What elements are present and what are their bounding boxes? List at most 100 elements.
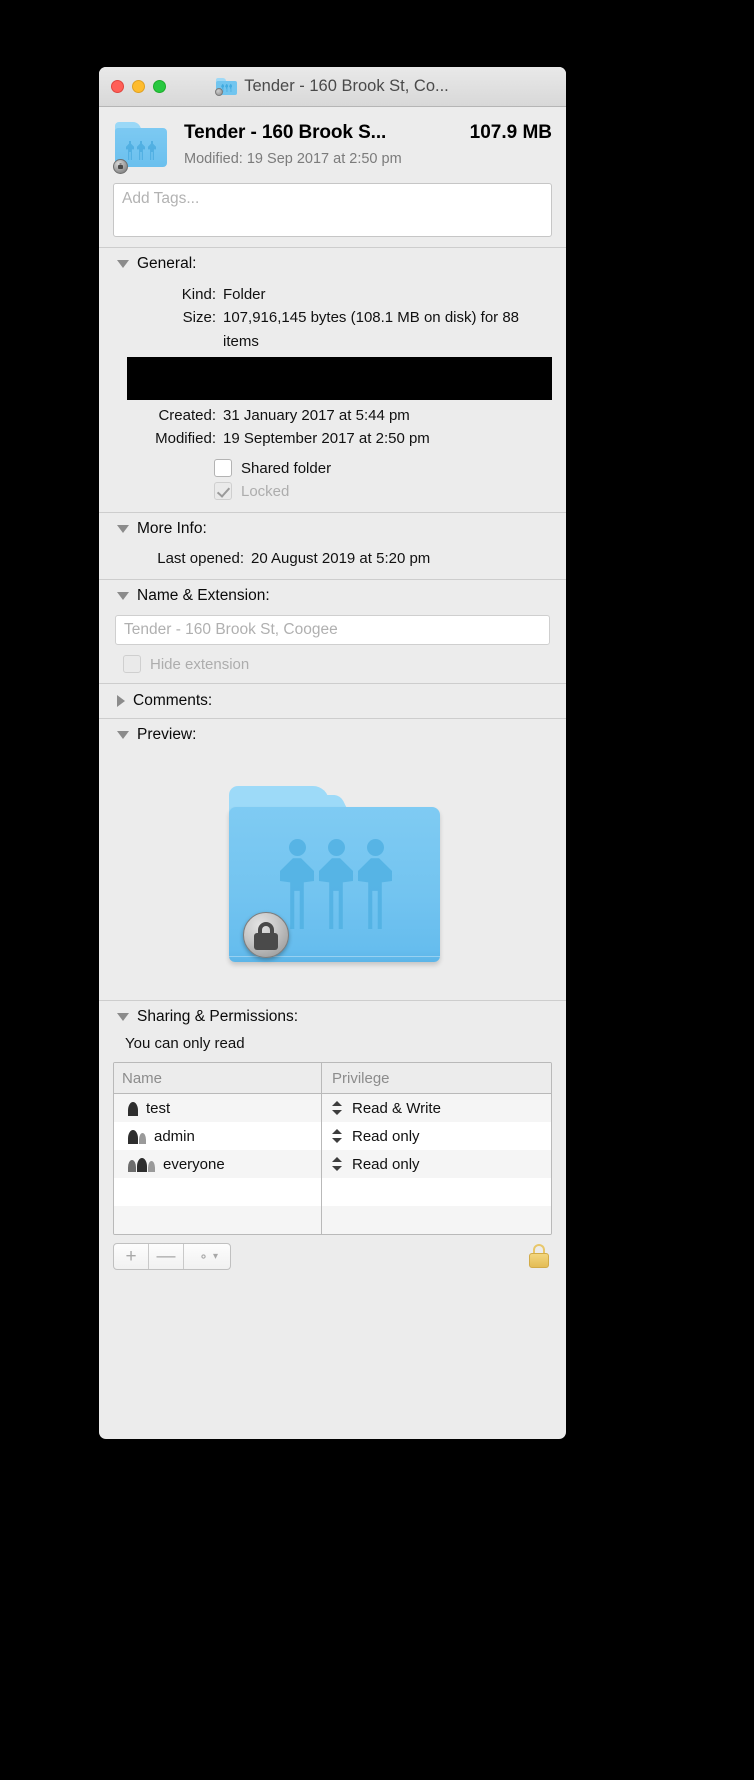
preview-area <box>99 750 566 1000</box>
section-name-extension-header[interactable]: Name & Extension: <box>99 580 566 611</box>
stepper-icon[interactable] <box>332 1156 343 1172</box>
traffic-light-buttons <box>111 80 166 93</box>
zoom-button[interactable] <box>153 80 166 93</box>
value-created: 31 January 2017 at 5:44 pm <box>223 406 410 424</box>
general-row-size: Size: 107,916,145 bytes (108.1 MB on dis… <box>115 306 550 353</box>
disclosure-triangle-down-icon[interactable] <box>117 525 129 534</box>
disclosure-triangle-down-icon[interactable] <box>117 260 129 268</box>
permission-user-name: admin <box>154 1127 195 1145</box>
permission-privilege-cell[interactable]: Read & Write <box>322 1094 551 1122</box>
lock-badge-icon-large <box>243 912 289 959</box>
section-name-extension: Name & Extension: Tender - 160 Brook St,… <box>99 580 566 684</box>
two-users-icon <box>128 1129 146 1144</box>
lock-badge-icon <box>113 159 128 174</box>
permission-privilege-value: Read & Write <box>352 1099 441 1117</box>
close-button[interactable] <box>111 80 124 93</box>
empty-cell <box>114 1206 322 1235</box>
disclosure-triangle-down-icon[interactable] <box>117 592 129 601</box>
window-title-group: Tender - 160 Brook St, Co... <box>99 67 566 106</box>
disclosure-triangle-right-icon[interactable] <box>117 695 125 708</box>
permissions-table-header: Name Privilege <box>114 1063 551 1095</box>
permission-note: You can only read <box>125 1035 245 1053</box>
permission-privilege-cell[interactable]: Read only <box>322 1122 551 1150</box>
lock-icon[interactable] <box>528 1243 550 1270</box>
section-general-header[interactable]: General: <box>99 248 566 279</box>
minimize-button[interactable] <box>132 80 145 93</box>
section-more-info-header[interactable]: More Info: <box>99 513 566 544</box>
table-row[interactable]: everyone Read only <box>114 1150 551 1179</box>
locked-checkbox[interactable] <box>214 482 232 501</box>
section-comments-header[interactable]: Comments: <box>99 684 566 718</box>
section-preview-title: Preview: <box>137 726 197 744</box>
section-preview-header[interactable]: Preview: <box>99 719 566 750</box>
permission-user-cell[interactable]: admin <box>114 1122 322 1151</box>
file-size: 107.9 MB <box>469 122 552 143</box>
table-row[interactable]: test Read & Write <box>114 1094 551 1123</box>
disclosure-triangle-down-icon[interactable] <box>117 731 129 740</box>
chevron-down-icon: ▾ <box>212 1250 219 1262</box>
section-comments: Comments: <box>99 684 566 719</box>
window-title: Tender - 160 Brook St, Co... <box>244 77 449 95</box>
empty-cell <box>322 1206 551 1234</box>
window-titlebar[interactable]: Tender - 160 Brook St, Co... <box>99 67 566 107</box>
remove-user-button[interactable]: — <box>149 1244 184 1270</box>
stepper-icon[interactable] <box>332 1128 343 1144</box>
add-user-button[interactable]: + <box>114 1244 149 1270</box>
permission-user-name: everyone <box>163 1155 225 1173</box>
permission-user-cell[interactable]: everyone <box>114 1150 322 1179</box>
general-row-created: Created: 31 January 2017 at 5:44 pm <box>115 404 550 427</box>
permissions-button-group: + — ▾ <box>113 1243 231 1271</box>
redacted-location-row <box>127 356 552 400</box>
column-header-privilege[interactable]: Privilege <box>322 1063 551 1093</box>
last-opened-row: Last opened: 20 August 2019 at 5:20 pm <box>115 550 550 567</box>
empty-cell <box>114 1178 322 1207</box>
shared-folder-locked-icon <box>113 122 171 174</box>
single-user-icon <box>128 1101 138 1116</box>
section-sharing-header[interactable]: Sharing & Permissions: <box>99 1001 566 1032</box>
file-name: Tender - 160 Brook S... <box>184 122 387 143</box>
file-name-input[interactable]: Tender - 160 Brook St, Coogee <box>115 615 550 646</box>
table-row[interactable]: admin Read only <box>114 1122 551 1151</box>
label-modified: Modified: <box>155 430 216 447</box>
general-row-kind: Kind: Folder <box>115 283 550 306</box>
file-modified: Modified: 19 Sep 2017 at 2:50 pm <box>184 151 402 167</box>
hide-extension-label: Hide extension <box>150 655 250 673</box>
action-menu-button[interactable]: ▾ <box>184 1244 230 1269</box>
table-empty-row <box>114 1206 551 1235</box>
section-more-info-title: More Info: <box>137 520 207 538</box>
section-general-title: General: <box>137 255 197 272</box>
section-general: General: Kind: Folder Size: 107,916,145 … <box>99 248 566 513</box>
gear-icon <box>196 1249 211 1264</box>
screen: Tender - 160 Brook St, Co... Tender - 16… <box>0 0 754 1780</box>
add-tags-field[interactable]: Add Tags... <box>113 183 552 237</box>
shared-folder-checkbox[interactable] <box>214 459 232 478</box>
permissions-table: Name Privilege test Read & Write admin R… <box>113 1062 552 1236</box>
label-size: Size: <box>182 309 216 327</box>
value-size: 107,916,145 bytes (108.1 MB on disk) for… <box>223 309 520 350</box>
table-empty-row <box>114 1178 551 1207</box>
shared-folder-icon <box>215 78 238 96</box>
shared-folder-label: Shared folder <box>241 459 332 477</box>
disclosure-triangle-down-icon[interactable] <box>117 1013 129 1022</box>
hide-extension-row[interactable]: Hide extension <box>103 655 562 674</box>
hide-extension-checkbox[interactable] <box>123 655 141 674</box>
info-header: Tender - 160 Brook S... 107.9 MB Modifie… <box>99 107 566 183</box>
shared-folder-checkbox-row[interactable]: Shared folder <box>115 459 550 478</box>
section-comments-title: Comments: <box>133 692 213 710</box>
value-modified: 19 September 2017 at 2:50 pm <box>223 430 430 447</box>
get-info-window: Tender - 160 Brook St, Co... Tender - 16… <box>99 67 566 1439</box>
label-created: Created: <box>158 406 216 424</box>
permission-privilege-cell[interactable]: Read only <box>322 1150 551 1178</box>
empty-cell <box>322 1178 551 1206</box>
value-kind: Folder <box>223 286 266 303</box>
locked-checkbox-row[interactable]: Locked <box>115 482 550 501</box>
permission-user-name: test <box>146 1099 171 1117</box>
stepper-icon[interactable] <box>332 1100 343 1116</box>
permission-privilege-value: Read only <box>352 1127 420 1145</box>
general-row-modified: Modified: 19 September 2017 at 2:50 pm <box>115 427 550 450</box>
shared-folder-locked-icon-large <box>225 786 440 964</box>
permission-user-cell[interactable]: test <box>114 1094 322 1123</box>
column-header-name[interactable]: Name <box>114 1063 322 1094</box>
section-preview: Preview: <box>99 719 566 1001</box>
value-last-opened: 20 August 2019 at 5:20 pm <box>251 550 431 568</box>
